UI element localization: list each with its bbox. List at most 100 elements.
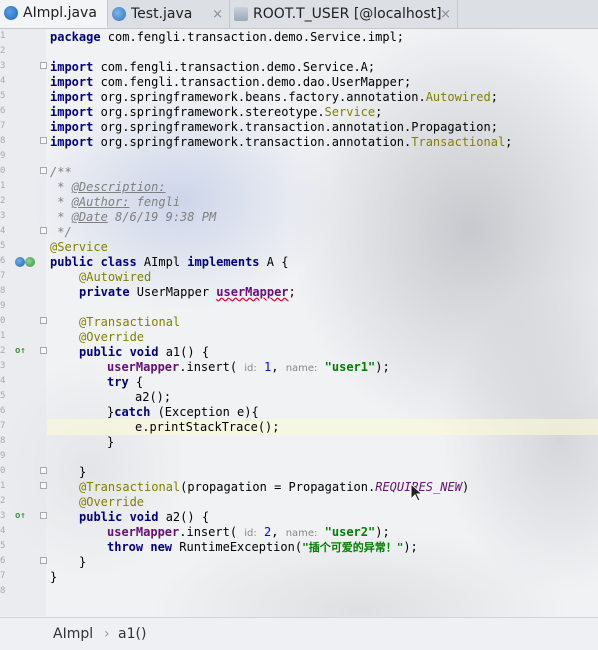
code-line: import org.springframework.beans.factory… [50, 90, 498, 104]
code-line: } [79, 465, 87, 479]
close-icon[interactable]: × [440, 7, 451, 22]
override-method-icon[interactable]: o↑ [15, 511, 26, 521]
table-icon [234, 7, 248, 21]
code-line: e.printStackTrace(); [135, 420, 280, 434]
line-number: 3 [0, 211, 6, 221]
code-line: * @Description: [50, 180, 166, 194]
line-number: 8 [0, 286, 6, 296]
code-line: throw new RuntimeException("插个可爱的异常！"); [107, 540, 418, 554]
implemented-interface-icon[interactable] [25, 257, 35, 267]
code-line: private UserMapper userMapper; [79, 285, 296, 299]
line-number: 5 [0, 91, 6, 101]
tab-root-t-user[interactable]: ROOT.T_USER [@localhost] × [230, 0, 458, 28]
line-number: 0 [0, 166, 6, 176]
code-line: } [50, 570, 58, 584]
tab-test-java[interactable]: Test.java × [108, 0, 230, 28]
code-line: * @Author: fengli [50, 195, 181, 209]
fold-marker[interactable] [40, 557, 47, 564]
code-line: public void a1() { [79, 345, 210, 359]
line-number: 6 [0, 256, 6, 266]
breadcrumb-separator: › [104, 626, 110, 642]
line-number: 3 [0, 61, 6, 71]
line-number: 6 [0, 406, 6, 416]
fold-marker[interactable] [40, 512, 47, 519]
tab-label: Test.java [131, 6, 193, 22]
line-number: 1 [0, 331, 6, 341]
line-number: 1 [0, 181, 6, 191]
code-line: @Override [79, 495, 145, 509]
fold-marker[interactable] [40, 347, 47, 354]
line-number: 9 [0, 301, 6, 311]
line-number: 4 [0, 376, 6, 386]
line-number: 2 [0, 46, 6, 56]
line-number: 6 [0, 106, 6, 116]
line-number: 4 [0, 76, 6, 86]
line-number: 2 [0, 196, 6, 206]
code-line: import com.fengli.transaction.demo.Servi… [50, 60, 376, 74]
code-line: import org.springframework.transaction.a… [50, 135, 513, 149]
current-line-highlight [47, 419, 598, 435]
code-line: /** [50, 165, 72, 179]
param-hint: name: [285, 363, 318, 374]
line-number: 5 [0, 391, 6, 401]
code-line: * @Date 8/6/19 9:38 PM [50, 210, 217, 224]
line-number: 9 [0, 151, 6, 161]
fold-marker[interactable] [40, 467, 47, 474]
param-hint: id: [244, 363, 257, 374]
code-line: } [79, 555, 87, 569]
line-number: 5 [0, 541, 6, 551]
tab-aimpl-java[interactable]: AImpl.java [0, 0, 108, 28]
line-number-gutter[interactable]: 1 2 3 4 5 6 7 8 9 0 1 2 3 4 5 6 7 8 9 0 … [0, 28, 47, 616]
line-number: 7 [0, 271, 6, 281]
code-line: try { [107, 375, 144, 389]
code-line: package com.fengli.transaction.demo.Serv… [50, 30, 405, 44]
fold-marker[interactable] [40, 227, 47, 234]
fold-marker[interactable] [40, 137, 47, 144]
param-hint: id: [244, 528, 257, 539]
breadcrumb-method[interactable]: a1() [118, 626, 146, 642]
code-line: userMapper.insert( id: 2, name: "user2")… [107, 525, 390, 539]
code-line: */ [50, 225, 72, 239]
line-number: 4 [0, 526, 6, 536]
fold-marker[interactable] [40, 167, 47, 174]
code-line: import org.springframework.stereotype.Se… [50, 105, 383, 119]
line-number: 4 [0, 226, 6, 236]
code-line: public void a2() { [79, 510, 210, 524]
line-number: 5 [0, 241, 6, 251]
code-line: import org.springframework.transaction.a… [50, 120, 498, 134]
param-hint: name: [285, 528, 318, 539]
line-number: 8 [0, 136, 6, 146]
editor-tab-bar: AImpl.java Test.java × ROOT.T_USER [@loc… [0, 0, 598, 29]
code-line: @Override [79, 330, 145, 344]
close-icon[interactable]: × [212, 7, 223, 22]
spring-bean-icon[interactable] [15, 257, 25, 267]
code-line: userMapper.insert( id: 1, name: "user1")… [107, 360, 390, 374]
code-line: @Autowired [79, 270, 152, 284]
code-line: @Service [50, 240, 108, 254]
code-line: } [107, 435, 115, 449]
line-number: 2 [0, 346, 6, 356]
code-line: @Transactional [79, 315, 181, 329]
line-number: 3 [0, 361, 6, 371]
line-number: 2 [0, 496, 6, 506]
breadcrumb-class[interactable]: AImpl [53, 626, 93, 642]
line-number: 3 [0, 511, 6, 521]
line-number: 6 [0, 556, 6, 566]
line-number: 7 [0, 571, 6, 581]
override-method-icon[interactable]: o↑ [15, 346, 26, 356]
class-icon [112, 7, 126, 21]
code-line: import com.fengli.transaction.demo.dao.U… [50, 75, 412, 89]
fold-marker[interactable] [40, 482, 47, 489]
code-line: a2(); [135, 390, 172, 404]
line-number: 1 [0, 481, 6, 491]
mouse-cursor-icon [410, 483, 424, 502]
line-number: 8 [0, 586, 6, 596]
line-number: 0 [0, 316, 6, 326]
code-line: }catch (Exception e){ [107, 405, 259, 419]
line-number: 8 [0, 436, 6, 446]
breadcrumb: AImpl › a1() [0, 617, 598, 650]
line-number: 0 [0, 466, 6, 476]
fold-marker[interactable] [40, 317, 47, 324]
line-number: 7 [0, 121, 6, 131]
fold-marker[interactable] [40, 62, 47, 69]
